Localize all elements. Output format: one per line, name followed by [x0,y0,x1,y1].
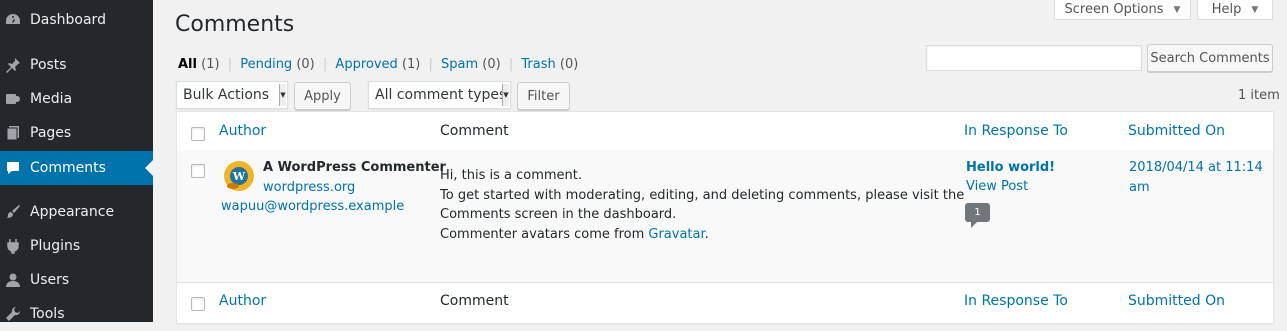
column-comment: Comment [440,123,509,139]
submitted-time-link[interactable]: am [1129,178,1150,198]
author-name: A WordPress Commenter [263,160,446,175]
screen-options-button[interactable]: Screen Options ▼ [1054,0,1191,20]
filter-all-count: (1) [201,57,220,72]
author-avatar: W [223,160,255,192]
gravatar-link[interactable]: Gravatar [648,227,704,242]
bulk-actions-select[interactable]: Bulk Actions ▼ [176,81,288,109]
author-url-link[interactable]: wordpress.org [263,178,355,198]
row-checkbox[interactable] [191,164,205,178]
apply-button[interactable]: Apply [294,82,351,110]
comment-type-value: All comment types [375,87,507,103]
filter-pending-link[interactable]: Pending [240,57,292,72]
comments-table: Author Comment In Response To Submitted … [176,111,1274,324]
filter-pending-count: (0) [296,57,315,72]
media-icon [4,90,22,108]
filter-approved-link[interactable]: Approved [335,57,397,72]
comment-line-last: Commenter avatars come from Gravatar. [440,225,709,245]
caret-down-icon: ▼ [1173,4,1181,15]
filter-spam-link[interactable]: Spam [441,57,478,72]
sidebar-item-label: Comments [30,160,106,176]
dashboard-icon [4,11,22,29]
sidebar-item-dashboard[interactable]: Dashboard [0,3,153,37]
submitted-date-link[interactable]: 2018/04/14 at 11:14 [1129,158,1263,178]
screen-options-label: Screen Options [1064,2,1164,17]
table-footer: Author Comment In Response To Submitted … [177,282,1273,321]
filter-trash-link[interactable]: Trash [521,57,555,72]
filter-button[interactable]: Filter [517,82,570,110]
wrench-icon [4,305,22,323]
comment-icon [4,159,22,177]
filter-trash-count: (0) [559,57,579,72]
separator: | [227,57,233,72]
sidebar-item-plugins[interactable]: Plugins [0,229,153,263]
separator: | [322,57,328,72]
search-comments-input[interactable] [926,45,1142,71]
sidebar-item-label: Dashboard [30,12,106,28]
sidebar-item-label: Media [30,91,73,107]
search-comments-button[interactable]: Search Comments [1147,44,1273,72]
column-author-sort[interactable]: Author [219,123,266,139]
comment-line: Hi, this is a comment. [440,168,583,183]
help-button[interactable]: Help ▼ [1197,0,1273,20]
filter-approved-count: (1) [401,57,421,72]
sidebar-item-posts[interactable]: Posts [0,48,153,82]
view-post-link[interactable]: View Post [966,177,1028,197]
sidebar-item-label: Pages [30,125,72,141]
filter-spam-count: (0) [482,57,501,72]
page-title: Comments [175,12,295,37]
sidebar-item-comments[interactable]: Comments [0,151,153,185]
table-header: Author Comment In Response To Submitted … [177,112,1273,151]
sidebar-item-tools[interactable]: Tools [0,297,153,331]
select-all-checkbox[interactable] [191,297,205,311]
select-all-checkbox[interactable] [191,127,205,141]
sidebar-item-pages[interactable]: Pages [0,116,153,150]
sidebar-item-users[interactable]: Users [0,263,153,297]
plugin-icon [4,237,22,255]
column-in-response-to-sort[interactable]: In Response To [964,293,1068,309]
column-author-sort[interactable]: Author [219,293,266,309]
pages-icon [4,124,22,142]
caret-down-icon: ▼ [1251,4,1259,15]
comment-text: Commenter avatars come from [440,227,649,242]
comment-line: Comments screen in the dashboard. [440,207,677,222]
separator: | [428,57,433,72]
comment-count-bubble[interactable]: 1 [965,203,990,228]
sidebar-item-label: Posts [30,57,67,73]
comment-type-select[interactable]: All comment types ▼ [368,81,511,109]
separator: | [508,57,514,72]
sidebar-item-appearance[interactable]: Appearance [0,195,153,229]
admin-sidebar: Dashboard Posts Media Pages Comments App… [0,0,153,322]
table-row: W A WordPress Commenter wordpress.org wa… [177,150,1273,282]
sidebar-item-label: Appearance [30,204,115,220]
pin-icon [4,56,22,74]
caret-down-icon: ▼ [279,84,286,106]
sidebar-item-label: Tools [30,306,65,322]
help-label: Help [1211,2,1242,17]
author-email-link[interactable]: wapuu@wordpress.example [221,197,404,217]
sidebar-item-label: Users [30,272,70,288]
filter-all-link[interactable]: All [178,57,197,72]
svg-text:W: W [232,170,246,183]
column-submitted-on-sort[interactable]: Submitted On [1128,123,1225,139]
sidebar-item-label: Plugins [30,238,81,254]
caret-down-icon: ▼ [502,84,509,106]
column-comment: Comment [440,293,509,309]
comment-line: To get started with moderating, editing,… [440,188,965,203]
status-filter-links: All (1) | Pending (0) | Approved (1) | S… [178,57,578,72]
response-post-link[interactable]: Hello world! [966,158,1055,178]
column-in-response-to-sort[interactable]: In Response To [964,123,1068,139]
bulk-actions-value: Bulk Actions [183,87,270,103]
column-submitted-on-sort[interactable]: Submitted On [1128,293,1225,309]
user-icon [4,271,22,289]
paintbrush-icon [4,203,22,221]
items-count: 1 item [1238,88,1280,103]
comment-text: . [704,227,709,242]
sidebar-item-media[interactable]: Media [0,82,153,116]
